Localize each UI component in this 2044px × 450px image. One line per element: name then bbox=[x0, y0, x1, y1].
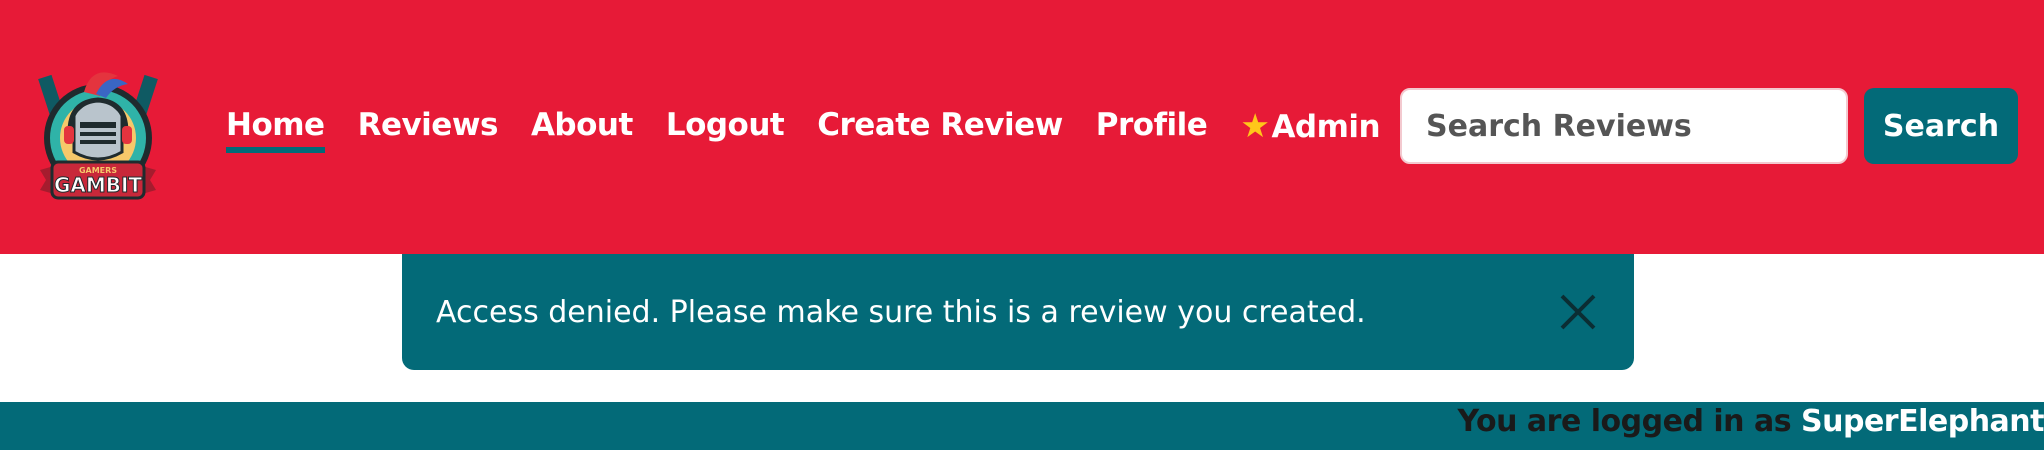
logged-in-prefix: You are logged in as bbox=[1457, 404, 1792, 439]
search-button[interactable]: Search bbox=[1864, 88, 2018, 164]
main-nav: Home Reviews About Logout Create Review … bbox=[226, 98, 1413, 153]
nav-link-reviews[interactable]: Reviews bbox=[358, 107, 499, 143]
nav-link-logout[interactable]: Logout bbox=[666, 107, 785, 143]
logged-in-status: You are logged in as SuperElephant bbox=[1458, 404, 2044, 448]
search-input[interactable] bbox=[1400, 88, 1848, 164]
nav-link-admin-label: Admin bbox=[1271, 108, 1381, 145]
nav-link-profile[interactable]: Profile bbox=[1096, 107, 1208, 143]
svg-text:GAMBIT: GAMBIT bbox=[54, 173, 142, 197]
nav-link-about[interactable]: About bbox=[531, 107, 633, 143]
nav-link-admin[interactable]: ★Admin bbox=[1240, 106, 1380, 145]
navbar: GAMERS GAMBIT Home Reviews About Logout … bbox=[0, 0, 2044, 254]
username: SuperElephant bbox=[1801, 404, 2044, 439]
close-icon[interactable] bbox=[1556, 290, 1600, 334]
gamers-gambit-logo[interactable]: GAMERS GAMBIT bbox=[34, 62, 162, 210]
nav-link-home[interactable]: Home bbox=[226, 107, 325, 153]
access-denied-alert: Access denied. Please make sure this is … bbox=[402, 254, 1634, 370]
star-icon: ★ bbox=[1240, 105, 1270, 145]
nav-link-create-review[interactable]: Create Review bbox=[817, 107, 1063, 143]
alert-message: Access denied. Please make sure this is … bbox=[436, 294, 1366, 330]
